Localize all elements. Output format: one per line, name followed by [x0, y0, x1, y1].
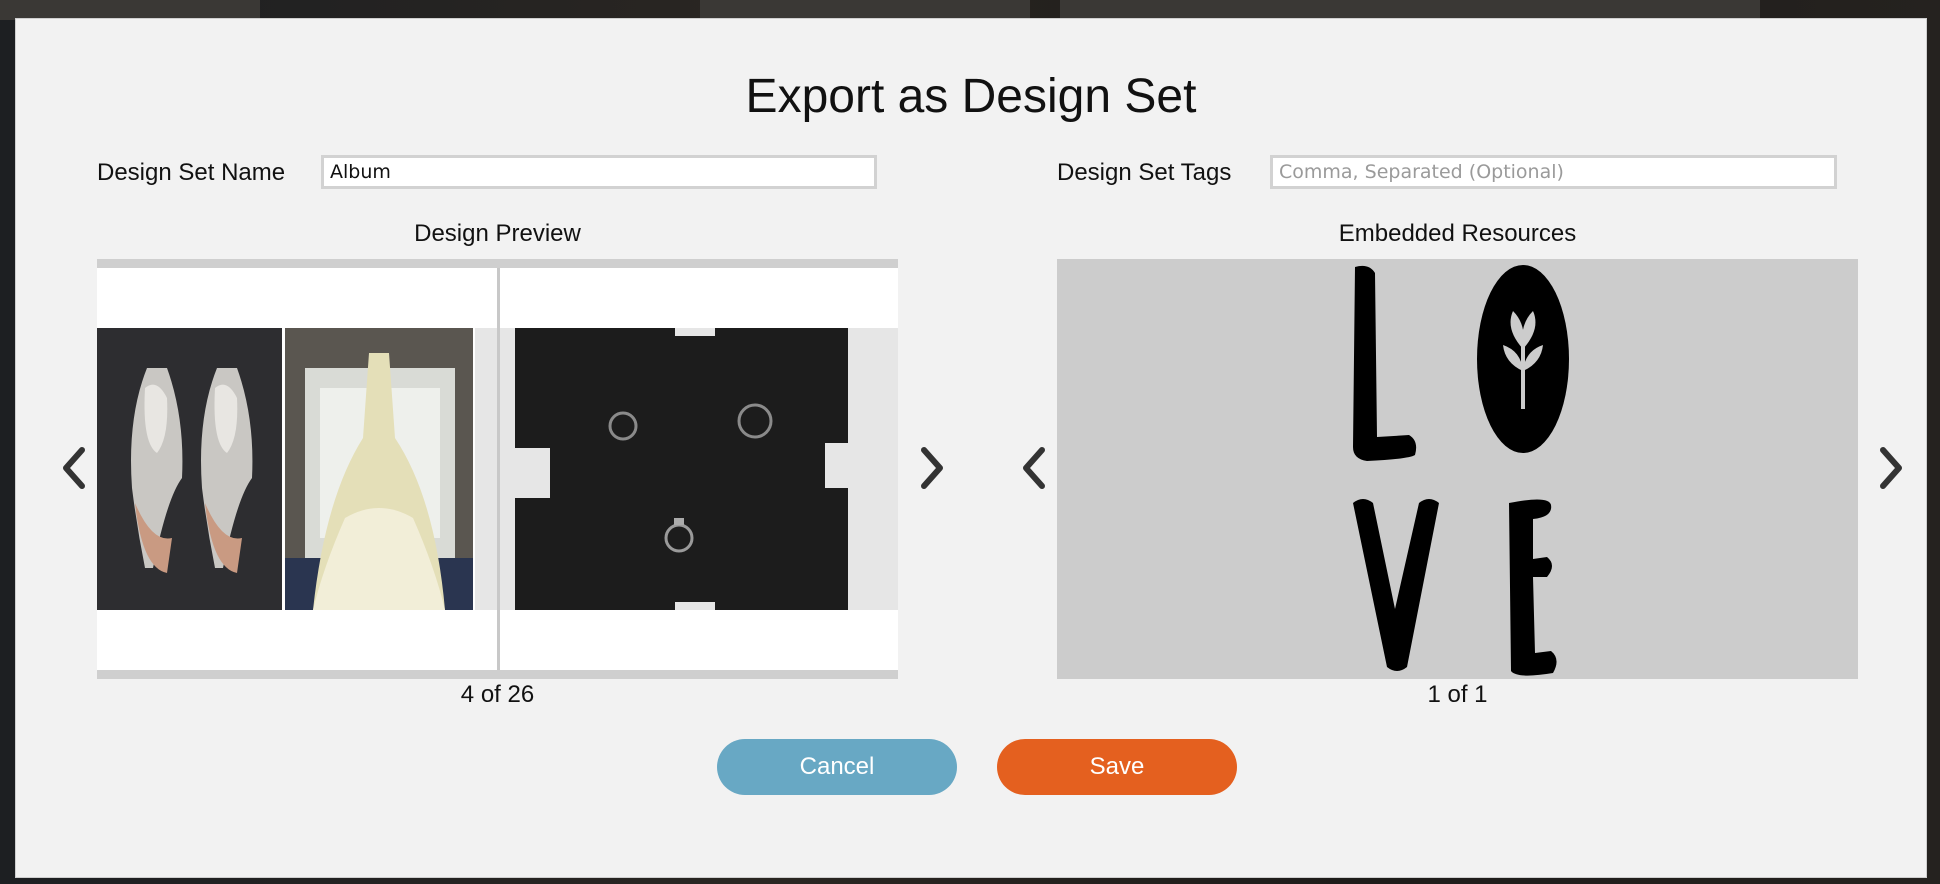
chevron-left-icon [63, 447, 85, 489]
love-artwork [1353, 265, 1569, 676]
dialog-title: Export as Design Set [745, 70, 1197, 123]
design-set-name-input[interactable] [321, 155, 877, 189]
chevron-right-icon [1880, 447, 1902, 489]
backdrop-strip [700, 0, 1030, 20]
design-preview-prev-button[interactable] [54, 438, 94, 498]
design-set-tags-input[interactable] [1270, 155, 1837, 189]
spread-gutter [497, 268, 500, 670]
chevron-right-icon [921, 447, 943, 489]
backdrop-strip [0, 0, 260, 20]
design-preview-canvas [97, 259, 898, 679]
photo-rings [475, 328, 898, 610]
export-dialog: Export as Design Set Design Set Name Des… [15, 18, 1927, 878]
embedded-resource-preview [1057, 259, 1858, 679]
resources-prev-button[interactable] [1014, 438, 1054, 498]
design-preview-next-button[interactable] [912, 438, 952, 498]
photo-shoes [97, 328, 282, 610]
resources-counter: 1 of 1 [1427, 681, 1488, 708]
chevron-left-icon [1023, 447, 1045, 489]
design-set-name-label: Design Set Name [97, 159, 286, 186]
save-button[interactable]: Save [997, 739, 1237, 795]
cancel-button-label: Cancel [799, 753, 875, 780]
design-preview-counter: 4 of 26 [460, 681, 535, 708]
photo-dress [285, 328, 473, 610]
resources-next-button[interactable] [1871, 438, 1911, 498]
design-preview-title: Design Preview [414, 220, 581, 247]
cancel-button[interactable]: Cancel [717, 739, 957, 795]
backdrop-strip [1060, 0, 1760, 20]
design-set-tags-label: Design Set Tags [1057, 159, 1232, 186]
embedded-resources-title: Embedded Resources [1338, 220, 1577, 247]
save-button-label: Save [1089, 753, 1145, 780]
